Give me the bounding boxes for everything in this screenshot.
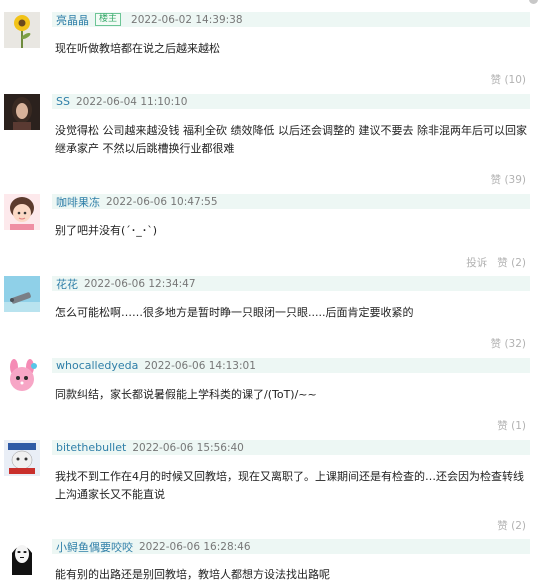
avatar[interactable] [4, 12, 40, 48]
comment-header: bitethebullet 2022-06-06 15:56:40 [52, 440, 530, 455]
username[interactable]: 小鲟鱼偶要咬咬 [56, 539, 133, 555]
like-label: 赞 [497, 420, 508, 432]
avatar[interactable] [4, 194, 40, 230]
comment-header: 花花 2022-06-06 12:34:47 [52, 276, 530, 291]
comment-text: 我找不到工作在4月的时候又回教培，现在又离职了。上课期间还是有检查的…还会因为检… [55, 470, 524, 501]
op-badge: 楼主 [95, 13, 122, 26]
like-count: (2) [511, 520, 526, 532]
comment-header: whocalledyeda 2022-06-06 14:13:01 [52, 358, 530, 373]
like-count: (39) [504, 174, 526, 186]
timestamp: 2022-06-06 10:47:55 [106, 195, 218, 208]
comment-header: 小鲟鱼偶要咬咬 2022-06-06 16:28:46 [52, 539, 530, 554]
avatar[interactable] [4, 358, 40, 394]
comment-text: 别了吧并没有(´･_･`) [55, 224, 158, 237]
comment-actions: 赞 (2) [497, 518, 526, 533]
username[interactable]: 亮晶晶 [56, 12, 89, 28]
like-count: (1) [511, 420, 526, 432]
timestamp: 2022-06-06 15:56:40 [132, 441, 244, 454]
timestamp: 2022-06-06 14:13:01 [144, 359, 256, 372]
username[interactable]: whocalledyeda [56, 359, 138, 372]
like-label: 赞 [497, 520, 508, 532]
comment-text: 没觉得松 公司越来越没钱 福利全砍 绩效降低 以后还会调整的 建议不要去 除非混… [55, 124, 527, 155]
comment-header: SS 2022-06-04 11:10:10 [52, 94, 530, 109]
username[interactable]: SS [56, 95, 70, 108]
pink-bunny-icon [4, 358, 40, 394]
cartoon-girl-icon [4, 194, 40, 230]
comment-text: 怎么可能松啊……很多地方是暂时睁一只眼闭一只眼.....后面肯定要收紧的 [55, 306, 414, 319]
comment-header: 咖啡果冻 2022-06-06 10:47:55 [52, 194, 530, 209]
no-face-icon [4, 539, 40, 575]
username[interactable]: 花花 [56, 276, 78, 292]
like-button[interactable]: 赞 (32) [491, 336, 526, 351]
avatar[interactable] [4, 94, 40, 130]
like-button[interactable]: 赞 (2) [497, 255, 526, 270]
like-label: 赞 [490, 174, 502, 186]
avatar[interactable] [4, 440, 40, 476]
sky-object-icon [4, 276, 40, 312]
comment-actions: 赞 (32) [491, 336, 526, 351]
comment-text: 现在听做教培都在说之后越来越松 [55, 42, 220, 55]
comment-actions: 赞 (1) [497, 418, 526, 433]
comment-text: 能有别的出路还是别回教培，教培人都想方设法找出路呢 [55, 568, 330, 581]
timestamp: 2022-06-04 11:10:10 [75, 95, 188, 108]
like-count: (32) [504, 338, 526, 350]
collapse-icon[interactable] [529, 0, 538, 4]
like-button[interactable]: 赞 (39) [491, 172, 526, 187]
timestamp: 2022-06-02 14:39:38 [131, 13, 243, 26]
sunflower-icon [4, 12, 40, 48]
like-button[interactable]: 赞 (2) [497, 518, 526, 533]
like-count: (10) [504, 74, 526, 86]
username[interactable]: 咖啡果冻 [56, 194, 100, 210]
like-count: (2) [511, 257, 526, 269]
comment-text: 同款纠结，家长都说暑假能上学科类的课了/(ToT)/~~ [55, 388, 317, 401]
comment-actions: 投诉 赞 (2) [466, 255, 526, 270]
comment-actions: 赞 (10) [491, 72, 526, 87]
like-label: 赞 [490, 74, 502, 86]
timestamp: 2022-06-06 12:34:47 [84, 277, 196, 290]
previous-item-edge [0, 0, 554, 6]
like-button[interactable]: 赞 (10) [491, 72, 526, 87]
like-button[interactable]: 赞 (1) [497, 418, 526, 433]
meme-cat-icon [4, 440, 40, 476]
portrait-photo-icon [4, 94, 40, 130]
comment-actions: 赞 (39) [491, 172, 526, 187]
like-label: 赞 [490, 338, 502, 350]
username[interactable]: bitethebullet [56, 441, 126, 454]
timestamp: 2022-06-06 16:28:46 [139, 540, 251, 553]
report-link[interactable]: 投诉 [466, 255, 487, 270]
comment-header: 亮晶晶 楼主 2022-06-02 14:39:38 [52, 12, 530, 27]
like-label: 赞 [497, 257, 508, 269]
avatar[interactable] [4, 276, 40, 312]
avatar[interactable] [4, 539, 40, 575]
